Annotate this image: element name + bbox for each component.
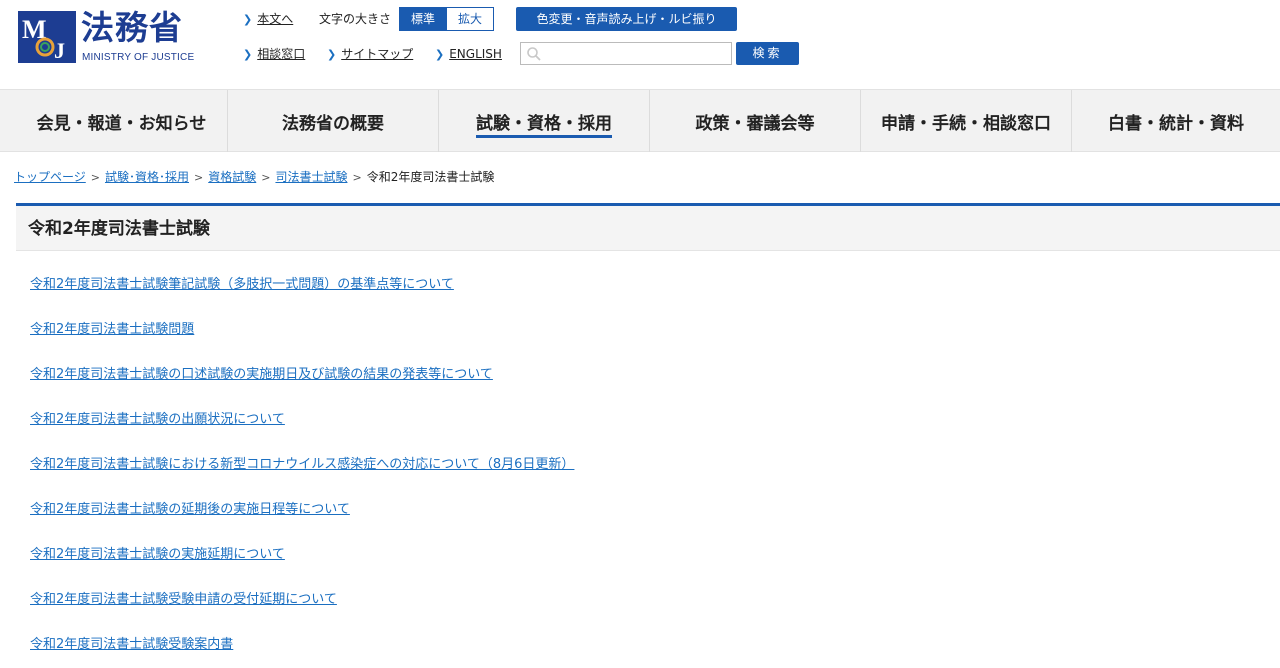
list-item: 令和2年度司法書士試験の口述試験の実施期日及び試験の結果の発表等について [30, 363, 930, 408]
breadcrumb-link-top[interactable]: トップページ [14, 170, 86, 184]
chevron-right-icon: ❯ [243, 13, 253, 26]
breadcrumb-link-qualification-exams[interactable]: 資格試験 [208, 170, 256, 184]
search-button[interactable]: 検索 [736, 42, 799, 65]
doc-link-shutsugan[interactable]: 令和2年度司法書士試験の出願状況について [30, 412, 285, 427]
list-item: 令和2年度司法書士試験の出願状況について [30, 408, 930, 453]
document-link-list: 令和2年度司法書士試験筆記試験（多肢択一式問題）の基準点等について 令和2年度司… [30, 273, 930, 668]
gnav-item-exams[interactable]: 試験・資格・採用 [439, 90, 650, 152]
doc-link-corona[interactable]: 令和2年度司法書士試験における新型コロナウイルス感染症への対応について（8月6日… [30, 457, 574, 472]
gnav-item-label: 法務省の概要 [282, 113, 384, 134]
logo-subtitle: MINISTRY OF JUSTICE [82, 52, 195, 63]
doc-link-jisshi-enki[interactable]: 令和2年度司法書士試験の実施延期について [30, 547, 285, 562]
gnav-item-label: 申請・手続・相談窓口 [881, 113, 1051, 134]
breadcrumb-link-shihou-shoshi[interactable]: 司法書士試験 [275, 170, 347, 184]
breadcrumb-current: 令和2年度司法書士試験 [366, 170, 495, 184]
doc-link-koujutsu[interactable]: 令和2年度司法書士試験の口述試験の実施期日及び試験の結果の発表等について [30, 367, 493, 382]
site-logo[interactable]: M J 法務省 MINISTRY OF JUSTICE [18, 8, 200, 66]
font-size-label: 文字の大きさ [319, 12, 392, 26]
search-input[interactable] [520, 42, 732, 65]
chevron-right-icon: > [261, 171, 271, 184]
doc-link-mondai[interactable]: 令和2年度司法書士試験問題 [30, 322, 194, 337]
logo-title: 法務省 [81, 8, 183, 47]
gnav-item-policy[interactable]: 政策・審議会等 [650, 90, 861, 152]
list-item: 令和2年度司法書士試験における新型コロナウイルス感染症への対応について（8月6日… [30, 453, 930, 498]
breadcrumb: トップページ > 試験･資格･採用 > 資格試験 > 司法書士試験 > 令和2年度司法書士試験 [14, 169, 494, 185]
site-header: M J 法務省 MINISTRY OF JUSTICE ❯ 本文へ 文字の大きさ … [0, 0, 1280, 89]
list-item: 令和2年度司法書士試験受験申請の受付延期について [30, 588, 930, 633]
gnav-item-label: 試験・資格・採用 [476, 105, 612, 138]
consultation-label: 相談窓口 [257, 47, 306, 61]
moj-logo-mark-icon: M J [18, 11, 76, 63]
english-label: ENGLISH [449, 47, 502, 61]
consultation-link[interactable]: ❯ 相談窓口 [243, 46, 305, 63]
doc-link-enki-nittei[interactable]: 令和2年度司法書士試験の延期後の実施日程等について [30, 502, 350, 517]
skip-to-content-link[interactable]: ❯ 本文へ [243, 11, 293, 28]
gnav-item-whitepapers[interactable]: 白書・統計・資料 [1072, 90, 1280, 152]
accessibility-button[interactable]: 色変更・音声読み上げ・ルビ振り [516, 7, 737, 31]
page-title: 令和2年度司法書士試験 [28, 219, 210, 239]
chevron-right-icon: > [352, 171, 362, 184]
chevron-right-icon: ❯ [435, 48, 445, 61]
page-title-bar: 令和2年度司法書士試験 [16, 203, 1280, 251]
gnav-item-press[interactable]: 会見・報道・お知らせ [16, 90, 228, 152]
sitemap-label: サイトマップ [341, 47, 414, 61]
gnav-item-label: 政策・審議会等 [695, 113, 815, 134]
gnav-item-applications[interactable]: 申請・手続・相談窓口 [861, 90, 1072, 152]
list-item: 令和2年度司法書士試験受験案内書 [30, 633, 930, 668]
list-item: 令和2年度司法書士試験筆記試験（多肢択一式問題）の基準点等について [30, 273, 930, 318]
chevron-right-icon: > [194, 171, 204, 184]
breadcrumb-link-exams[interactable]: 試験･資格･採用 [105, 170, 189, 184]
gnav-item-about[interactable]: 法務省の概要 [228, 90, 439, 152]
chevron-right-icon: ❯ [243, 48, 253, 61]
chevron-right-icon: ❯ [327, 48, 337, 61]
font-size-large-button[interactable]: 拡大 [446, 7, 494, 31]
skip-to-content-label: 本文へ [257, 12, 294, 26]
chevron-right-icon: > [90, 171, 100, 184]
font-size-standard-button[interactable]: 標準 [399, 7, 447, 31]
search-icon [527, 47, 541, 61]
list-item: 令和2年度司法書士試験の延期後の実施日程等について [30, 498, 930, 543]
gnav-item-label: 会見・報道・お知らせ [36, 113, 207, 134]
gnav-item-label: 白書・統計・資料 [1108, 113, 1244, 134]
svg-text:J: J [54, 38, 65, 63]
global-nav: 会見・報道・お知らせ 法務省の概要 試験・資格・採用 政策・審議会等 申請・手続… [0, 89, 1280, 152]
doc-link-uketsuke-enki[interactable]: 令和2年度司法書士試験受験申請の受付延期について [30, 592, 337, 607]
english-link[interactable]: ❯ ENGLISH [435, 46, 502, 63]
doc-link-kijunten[interactable]: 令和2年度司法書士試験筆記試験（多肢択一式問題）の基準点等について [30, 277, 454, 292]
list-item: 令和2年度司法書士試験問題 [30, 318, 930, 363]
doc-link-annai[interactable]: 令和2年度司法書士試験受験案内書 [30, 637, 233, 652]
sitemap-link[interactable]: ❯ サイトマップ [327, 46, 413, 63]
list-item: 令和2年度司法書士試験の実施延期について [30, 543, 930, 588]
